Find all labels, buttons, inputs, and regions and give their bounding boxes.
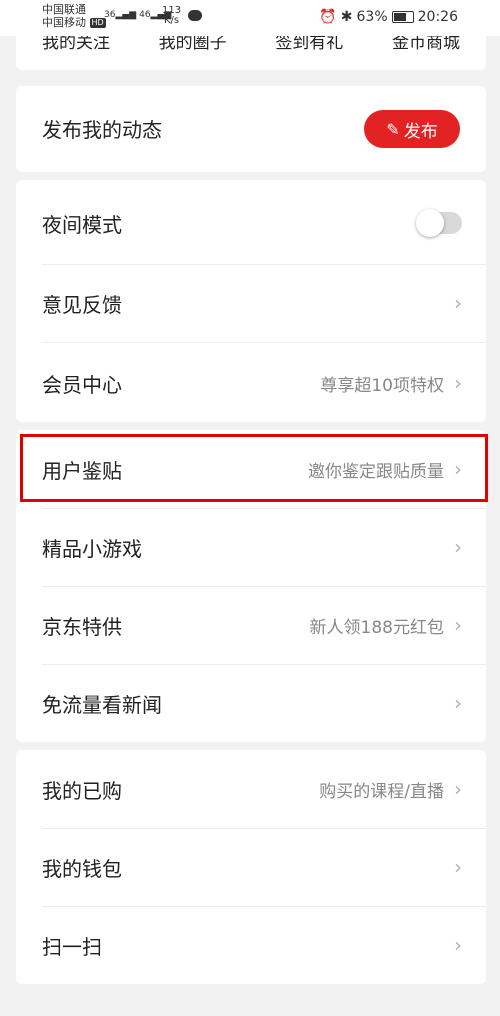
night-mode-label: 夜间模式 (42, 212, 122, 237)
carrier-info: 中国联通 中国移动 HD (42, 3, 106, 29)
carrier-1: 中国联通 (42, 3, 86, 16)
row-user-review[interactable]: 用户鉴贴 邀你鉴定跟贴质量 › (42, 430, 462, 508)
net-speed: 113 K/s (162, 6, 181, 26)
battery-icon (391, 11, 414, 23)
edit-icon: ✎ (386, 119, 400, 139)
mini-games-label: 精品小游戏 (42, 536, 142, 561)
row-night-mode[interactable]: 夜间模式 (42, 184, 462, 262)
row-member-center[interactable]: 会员中心 尊享超10项特权 › (42, 344, 462, 422)
clock: 20:26 (417, 9, 458, 25)
signal-1-label: 36 (104, 10, 116, 20)
row-my-purchases[interactable]: 我的已购 购买的课程/直播 › (42, 750, 462, 828)
settings-group-1: 夜间模式 意见反馈 › 会员中心 尊享超10项特权 › (16, 180, 486, 422)
settings-group-2: 用户鉴贴 邀你鉴定跟贴质量 › 精品小游戏 › 京东特供 新人领188元红包 › 免… (16, 430, 486, 742)
member-center-label: 会员中心 (42, 372, 122, 397)
my-purchases-label: 我的已购 (42, 778, 122, 803)
my-purchases-hint: 购买的课程/直播 (319, 781, 444, 802)
carrier-2: 中国移动 (42, 16, 86, 29)
signal-bars-icon: ▂▄▆ (115, 10, 137, 20)
status-right: ⏰ ✱ 63% 20:26 (315, 9, 458, 25)
scan-label: 扫一扫 (42, 934, 102, 959)
row-feedback[interactable]: 意见反馈 › (42, 264, 462, 342)
status-bar: 中国联通 中国移动 HD 36▂▄▆ 46▂▄▆ 113 K/s ⏰ ✱ 63% 20… (0, 0, 500, 36)
chevron-right-icon: › (454, 613, 462, 637)
row-scan[interactable]: 扫一扫 › (42, 906, 462, 984)
feedback-label: 意见反馈 (42, 292, 122, 317)
post-button-label: 发布 (403, 121, 438, 142)
row-jd-special[interactable]: 京东特供 新人领188元红包 › (42, 586, 462, 664)
user-review-hint: 邀你鉴定跟贴质量 (308, 461, 444, 482)
jd-special-hint: 新人领188元红包 (309, 617, 444, 638)
row-my-wallet[interactable]: 我的钱包 › (42, 828, 462, 906)
chevron-right-icon: › (454, 777, 462, 801)
post-button[interactable]: ✎ 发布 (364, 110, 460, 148)
alarm-icon: ⏰ (319, 9, 337, 25)
toggle-knob (416, 209, 444, 237)
net-speed-unit: K/s (163, 15, 180, 26)
chevron-right-icon: › (454, 371, 462, 395)
chevron-right-icon: › (454, 691, 462, 715)
chevron-right-icon: › (454, 855, 462, 879)
divider (42, 342, 486, 343)
post-title: 发布我的动态 (42, 118, 162, 142)
battery-percent: 63% (356, 9, 388, 25)
chevron-right-icon: › (454, 457, 462, 481)
row-free-data-news[interactable]: 免流量看新闻 › (42, 664, 462, 742)
post-card: 发布我的动态 ✎ 发布 (16, 86, 486, 172)
bluetooth-icon: ✱ (340, 9, 353, 25)
member-center-hint: 尊享超10项特权 (320, 375, 444, 396)
my-wallet-label: 我的钱包 (42, 856, 122, 881)
chevron-right-icon: › (454, 291, 462, 315)
jd-special-label: 京东特供 (42, 614, 122, 639)
night-mode-toggle[interactable] (416, 209, 462, 237)
signal-2-label: 46 (139, 10, 151, 20)
message-icon (188, 10, 202, 21)
chevron-right-icon: › (454, 933, 462, 957)
chevron-right-icon: › (454, 535, 462, 559)
user-review-label: 用户鉴贴 (42, 458, 122, 483)
free-data-news-label: 免流量看新闻 (42, 692, 162, 717)
settings-group-3: 我的已购 购买的课程/直播 › 我的钱包 › 扫一扫 › (16, 750, 486, 984)
row-mini-games[interactable]: 精品小游戏 › (42, 508, 462, 586)
